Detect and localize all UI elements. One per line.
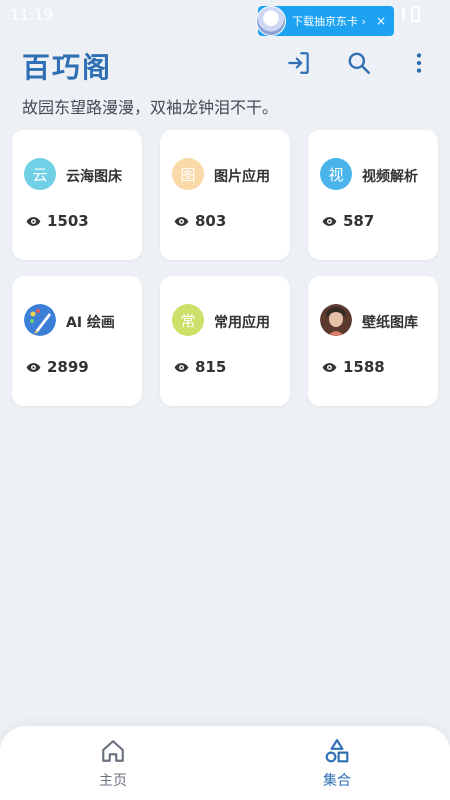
card-title: 图片应用 xyxy=(214,169,270,185)
brush-palette-icon xyxy=(24,304,56,336)
view-count: 1588 xyxy=(343,358,385,376)
eye-icon xyxy=(322,362,337,372)
card-title: 壁纸图库 xyxy=(362,315,418,331)
view-count: 2899 xyxy=(47,358,89,376)
photo-avatar-icon xyxy=(320,304,352,336)
eye-icon xyxy=(26,362,41,372)
more-menu-button[interactable] xyxy=(404,48,434,78)
card-views: 587 xyxy=(322,212,374,230)
card-icon: 视 xyxy=(320,158,352,190)
eye-icon xyxy=(174,362,189,372)
view-count: 587 xyxy=(343,212,375,230)
ad-banner[interactable]: 下载抽京东卡 › × xyxy=(256,6,394,36)
card-title: 常用应用 xyxy=(214,315,270,331)
status-icons xyxy=(402,6,420,22)
signal-icon xyxy=(402,8,405,20)
page-subtitle: 故园东望路漫漫，双袖龙钟泪不干。 xyxy=(22,98,279,117)
eye-icon xyxy=(174,216,189,226)
card-views: 815 xyxy=(174,358,226,376)
nav-label: 集合 xyxy=(323,773,351,789)
nav-label: 主页 xyxy=(99,773,127,789)
card-ai-painting[interactable]: AI 绘画 2899 xyxy=(12,276,142,406)
view-count: 815 xyxy=(195,358,227,376)
login-button[interactable] xyxy=(284,48,314,78)
card-views: 2899 xyxy=(26,358,89,376)
app-title: 百巧阁 xyxy=(22,51,113,84)
card-cloud-image-host[interactable]: 云 云海图床 1503 xyxy=(12,130,142,260)
card-title: AI 绘画 xyxy=(66,315,115,331)
eye-icon xyxy=(322,216,337,226)
ad-close-icon[interactable]: × xyxy=(372,14,390,28)
card-common-apps[interactable]: 常 常用应用 815 xyxy=(160,276,290,406)
nav-collection[interactable]: 集合 xyxy=(297,738,377,790)
shapes-icon xyxy=(325,739,349,763)
search-button[interactable] xyxy=(344,48,374,78)
eye-icon xyxy=(26,216,41,226)
card-title: 视频解析 xyxy=(362,169,418,185)
search-icon xyxy=(348,52,370,74)
card-views: 1503 xyxy=(26,212,89,230)
card-icon: 图 xyxy=(172,158,204,190)
card-video-parse[interactable]: 视 视频解析 587 xyxy=(308,130,438,260)
nav-home[interactable]: 主页 xyxy=(73,738,153,790)
status-time: 11:19 xyxy=(10,6,54,24)
card-wallpaper-gallery[interactable]: 壁纸图库 1588 xyxy=(308,276,438,406)
app-header: 百巧阁 xyxy=(0,42,450,90)
ad-text: 下载抽京东卡 › xyxy=(292,15,366,28)
ad-avatar xyxy=(256,6,286,36)
home-icon xyxy=(102,740,124,762)
card-views: 803 xyxy=(174,212,226,230)
card-icon: 常 xyxy=(172,304,204,336)
view-count: 803 xyxy=(195,212,227,230)
card-views: 1588 xyxy=(322,358,385,376)
card-title: 云海图床 xyxy=(66,169,122,185)
login-icon xyxy=(288,52,309,74)
card-image-apps[interactable]: 图 图片应用 803 xyxy=(160,130,290,260)
bottom-nav: 主页 集合 xyxy=(0,726,450,800)
battery-icon xyxy=(411,6,420,22)
more-vertical-icon xyxy=(416,53,422,73)
view-count: 1503 xyxy=(47,212,89,230)
card-icon: 云 xyxy=(24,158,56,190)
